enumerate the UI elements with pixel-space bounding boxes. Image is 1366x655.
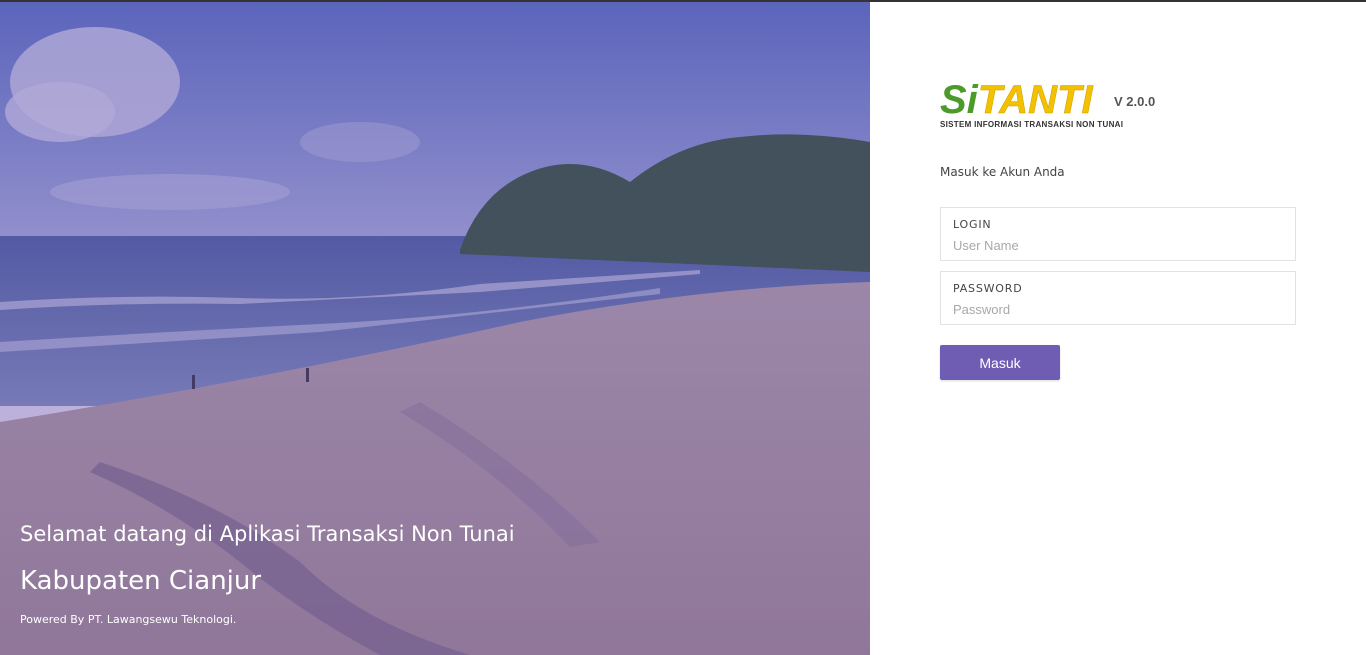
password-field-label: PASSWORD <box>953 282 1023 295</box>
login-field: LOGIN <box>940 207 1296 261</box>
login-field-label: LOGIN <box>953 218 992 231</box>
logo-tagline: SISTEM INFORMASI TRANSAKSI NON TUNAI <box>940 120 1124 129</box>
logo-tanti-text: TANTI <box>977 78 1093 122</box>
password-input[interactable] <box>953 299 1273 319</box>
login-panel: SiTANTI V 2.0.0 SISTEM INFORMASI TRANSAK… <box>870 2 1366 655</box>
welcome-heading: Selamat datang di Aplikasi Transaksi Non… <box>20 522 515 546</box>
hero-color-overlay <box>0 2 870 655</box>
window-top-border <box>0 0 1366 2</box>
logo-wordmark: SiTANTI <box>940 78 1093 122</box>
login-subtitle: Masuk ke Akun Anda <box>940 165 1065 179</box>
login-submit-button[interactable]: Masuk <box>940 345 1060 380</box>
app-version: V 2.0.0 <box>1114 94 1156 109</box>
hero-panel: Selamat datang di Aplikasi Transaksi Non… <box>0 2 870 655</box>
username-input[interactable] <box>953 235 1273 255</box>
region-title: Kabupaten Cianjur <box>20 566 262 596</box>
sitanti-logo: SiTANTI V 2.0.0 SISTEM INFORMASI TRANSAK… <box>940 80 1180 132</box>
powered-by-text: Powered By PT. Lawangsewu Teknologi. <box>20 613 237 626</box>
logo-si-text: Si <box>940 78 978 122</box>
password-field: PASSWORD <box>940 271 1296 325</box>
